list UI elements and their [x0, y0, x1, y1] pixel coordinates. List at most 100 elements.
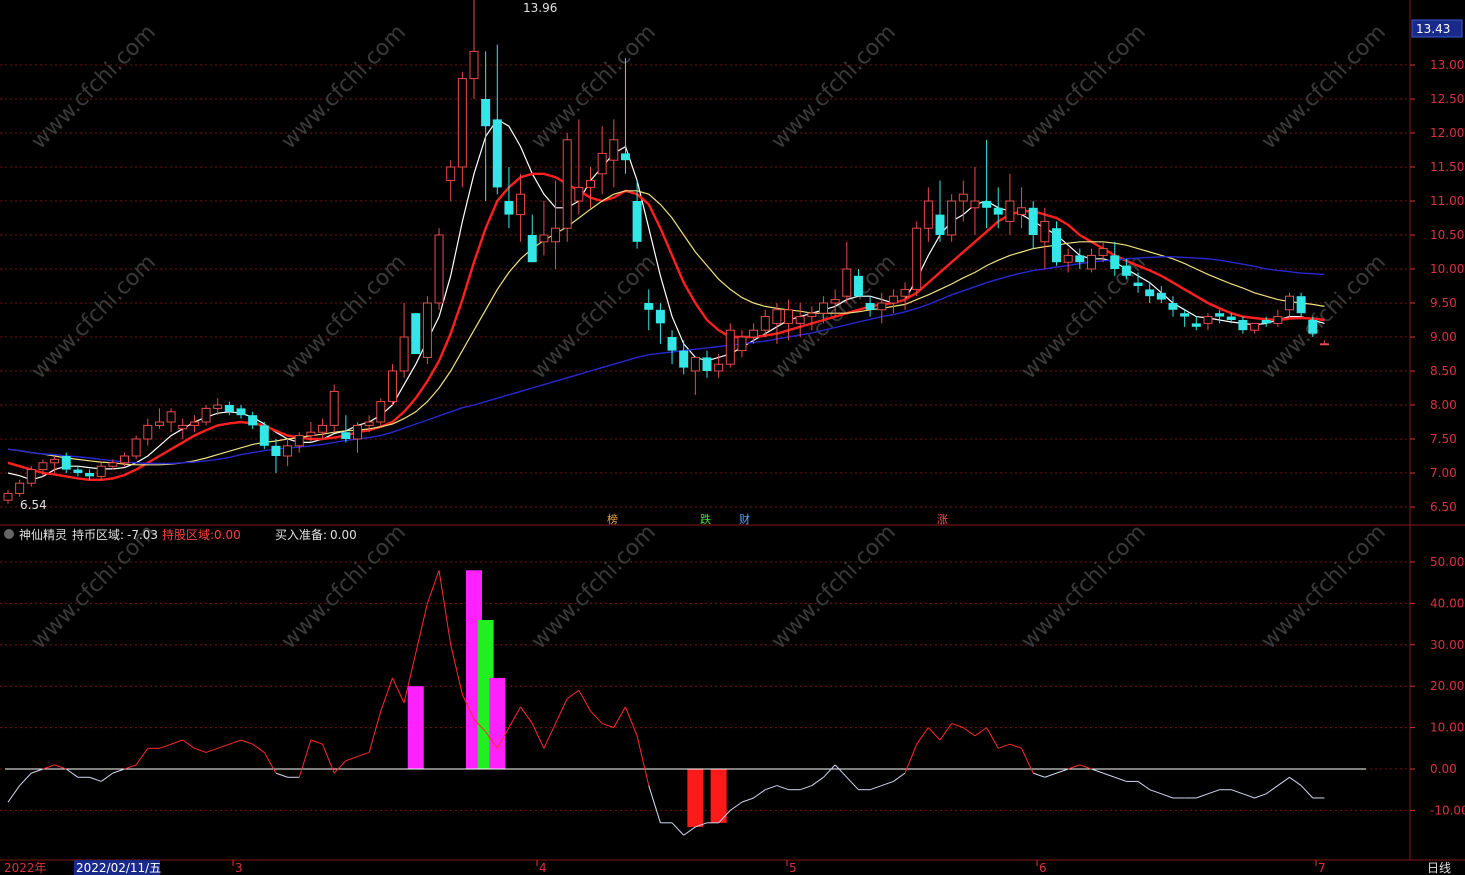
oscillator-segment: [939, 723, 953, 741]
oscillator-segment: [846, 776, 859, 791]
candle-body-up: [539, 234, 549, 243]
candle-body-down: [1110, 255, 1120, 269]
oscillator-segment: [1137, 781, 1150, 791]
oscillator-segment: [89, 776, 102, 782]
oscillator-segment: [590, 710, 603, 724]
watermark-text: www.cfchi.com: [527, 520, 661, 654]
cursor-date: 2022/02/11/五: [76, 861, 161, 875]
oscillator-segment: [263, 752, 277, 774]
watermark-text: www.cfchi.com: [1257, 20, 1391, 154]
price-tick-label: 8.00: [1430, 398, 1457, 412]
candle-body-up: [1273, 316, 1283, 324]
candle-body-down: [61, 456, 71, 470]
candle-body-up: [38, 462, 48, 471]
candle-body-up: [516, 193, 526, 216]
oscillator-segment: [1265, 785, 1279, 795]
period-label[interactable]: 日线: [1427, 861, 1451, 875]
oscillator-segment: [520, 706, 533, 724]
watermark-text: www.cfchi.com: [527, 20, 661, 154]
oscillator-tick-label: 40.00: [1430, 596, 1464, 610]
candle-body-up: [387, 370, 397, 403]
candle-body-down: [1226, 316, 1236, 320]
oscillator-segment: [823, 764, 836, 778]
candle-body-up: [900, 288, 910, 297]
oscillator-segment: [566, 689, 580, 700]
year-label: 2022年: [4, 861, 47, 875]
oscillator-segment: [357, 751, 370, 758]
oscillator-segment: [310, 739, 323, 745]
oscillator-bar-red: [687, 769, 704, 827]
candle-body-up: [784, 309, 794, 324]
candle-body-up: [306, 431, 316, 437]
oscillator-segment: [438, 570, 452, 645]
price-tick-label: 12.00: [1430, 126, 1464, 140]
candle-body-up: [1319, 343, 1329, 346]
oscillator-tick-label: 0.00: [1430, 762, 1457, 776]
candle-body-down: [411, 313, 421, 354]
candle-body-up: [434, 234, 444, 304]
oscillator-segment: [624, 706, 638, 737]
indicator-toggle-icon[interactable]: [4, 529, 14, 539]
oscillator-segment: [450, 644, 463, 695]
oscillator-segment: [1044, 772, 1057, 778]
hold-stock-value: 0.00: [214, 528, 241, 542]
oscillator-segment: [42, 764, 55, 770]
candle-body-down: [935, 214, 945, 235]
candle-body-up: [26, 469, 36, 484]
oscillator-axis: 50.00 40.00 30.00 20.00 10.00 0.00 -10.00: [1410, 555, 1465, 817]
candle-body-up: [143, 424, 153, 440]
candle-body-down: [271, 445, 281, 456]
price-tick-label: 10.50: [1430, 228, 1464, 242]
last-price-badge: 13.43: [1416, 22, 1450, 36]
candle-body-down: [865, 303, 875, 310]
candle-body-up: [353, 424, 362, 440]
candle-body-up: [422, 302, 432, 358]
price-tick-label: 6.50: [1430, 500, 1457, 514]
candle-body-up: [749, 329, 759, 338]
oscillator-bar-magenta: [407, 686, 424, 769]
oscillator-segment: [508, 706, 522, 728]
candlesticks: [3, 0, 1329, 504]
oscillator-segment: [415, 603, 428, 654]
candle-body-up: [96, 465, 106, 477]
candle-body-up: [1086, 254, 1096, 270]
oscillator-segment: [7, 785, 21, 803]
month-label: 5: [789, 861, 797, 875]
hold-coin-label: 持币区域:: [72, 527, 124, 542]
candle-body-up: [877, 302, 887, 311]
candle-body-down: [1168, 303, 1178, 310]
candle-body-down: [632, 201, 642, 242]
oscillator-bar-red: [710, 769, 727, 823]
candle-body-up: [923, 200, 933, 229]
candle-body-up: [120, 455, 129, 464]
month-label: 7: [1318, 861, 1326, 875]
candle-body-down: [667, 337, 677, 351]
candle-body-down: [1180, 313, 1190, 317]
high-price-label: 13.96: [523, 1, 557, 15]
buy-prep-value: 0.00: [330, 528, 357, 542]
event-marker: 榜: [607, 512, 618, 526]
candle-body-down: [1238, 320, 1248, 331]
oscillator-segment: [1114, 776, 1127, 782]
candle-body-down: [85, 473, 95, 477]
candle-body-up: [50, 458, 60, 464]
oscillator-segment: [963, 727, 976, 737]
candle-body-down: [73, 469, 83, 473]
oscillator-segment: [345, 756, 358, 762]
candle-body-up: [1063, 254, 1073, 263]
oscillator-segment: [391, 677, 405, 703]
candle-body-up: [1040, 220, 1050, 243]
month-label: 6: [1039, 861, 1047, 875]
candle-body-up: [819, 302, 828, 314]
oscillator-tick-label: 30.00: [1430, 638, 1464, 652]
oscillator-segment: [834, 764, 848, 778]
watermark-text: www.cfchi.com: [27, 250, 161, 384]
oscillator-segment: [1289, 776, 1302, 786]
candle-body-down: [527, 235, 537, 263]
candle-body-up: [283, 445, 293, 457]
price-tick-label: 8.50: [1430, 364, 1457, 378]
candle-body-up: [1017, 207, 1027, 216]
candle-body-down: [1261, 320, 1271, 324]
candle-body-up: [725, 329, 735, 365]
candle-body-up: [970, 200, 980, 209]
